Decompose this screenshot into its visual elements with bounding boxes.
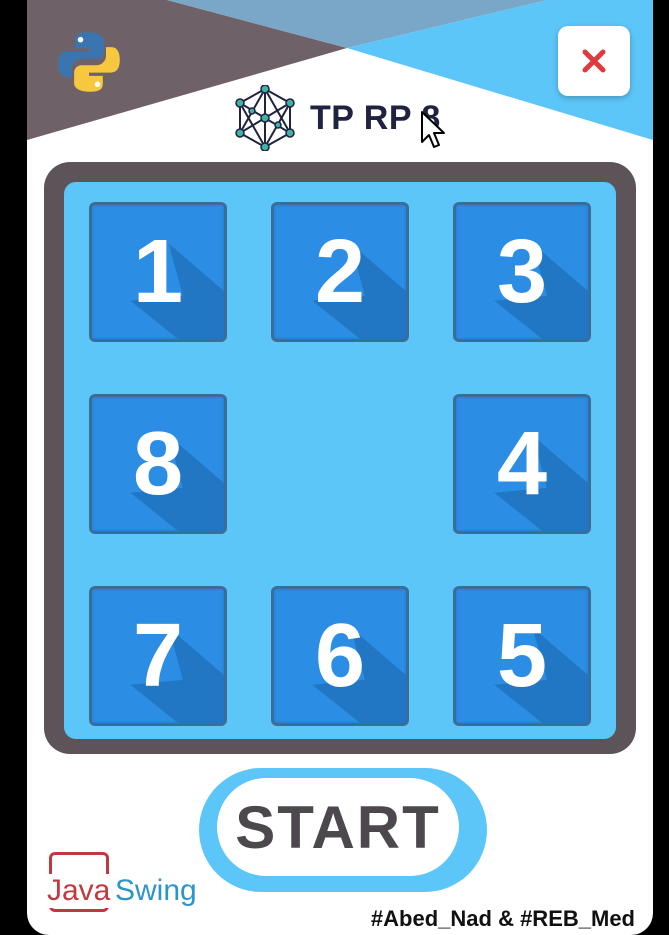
start-button-face: START bbox=[217, 778, 459, 876]
network-sphere-icon bbox=[235, 85, 295, 151]
java-swing-logo: Java Swing bbox=[45, 852, 205, 922]
tile-number: 4 bbox=[496, 414, 548, 514]
puzzle-tile-8[interactable]: 8 bbox=[89, 394, 227, 534]
close-button[interactable] bbox=[558, 26, 630, 96]
mouse-cursor-icon bbox=[421, 111, 445, 148]
tile-number: 2 bbox=[314, 222, 366, 322]
puzzle-tile-3[interactable]: 3 bbox=[453, 202, 591, 342]
tile-number: 5 bbox=[496, 606, 548, 706]
puzzle-tile-4[interactable]: 4 bbox=[453, 394, 591, 534]
title-row: TP RP 8 bbox=[232, 82, 441, 154]
puzzle-grid: 1 2 3 8 4 7 6 5 bbox=[64, 182, 616, 739]
tile-number: 6 bbox=[314, 606, 366, 706]
credits-text: #Abed_Nad & #REB_Med bbox=[370, 906, 635, 931]
python-logo-icon bbox=[58, 32, 120, 92]
start-button[interactable]: START bbox=[199, 768, 487, 892]
tile-number: 8 bbox=[132, 414, 184, 514]
java-swing-logo-java: Java bbox=[45, 874, 113, 908]
close-icon bbox=[582, 49, 606, 73]
start-button-label: START bbox=[235, 793, 441, 861]
puzzle-tile-7[interactable]: 7 bbox=[89, 586, 227, 726]
tile-number: 1 bbox=[132, 222, 184, 322]
tile-number: 7 bbox=[132, 606, 184, 706]
tile-number: 3 bbox=[496, 222, 548, 322]
puzzle-board: 1 2 3 8 4 7 6 5 bbox=[44, 162, 636, 754]
puzzle-tile-2[interactable]: 2 bbox=[271, 202, 409, 342]
java-swing-logo-swing: Swing bbox=[115, 874, 197, 907]
puzzle-tile-5[interactable]: 5 bbox=[453, 586, 591, 726]
puzzle-tile-1[interactable]: 1 bbox=[89, 202, 227, 342]
game-window: TP RP 8 1 2 3 8 4 7 6 5 START Java Swing #Abed_… bbox=[27, 0, 653, 935]
puzzle-tile-6[interactable]: 6 bbox=[271, 586, 409, 726]
